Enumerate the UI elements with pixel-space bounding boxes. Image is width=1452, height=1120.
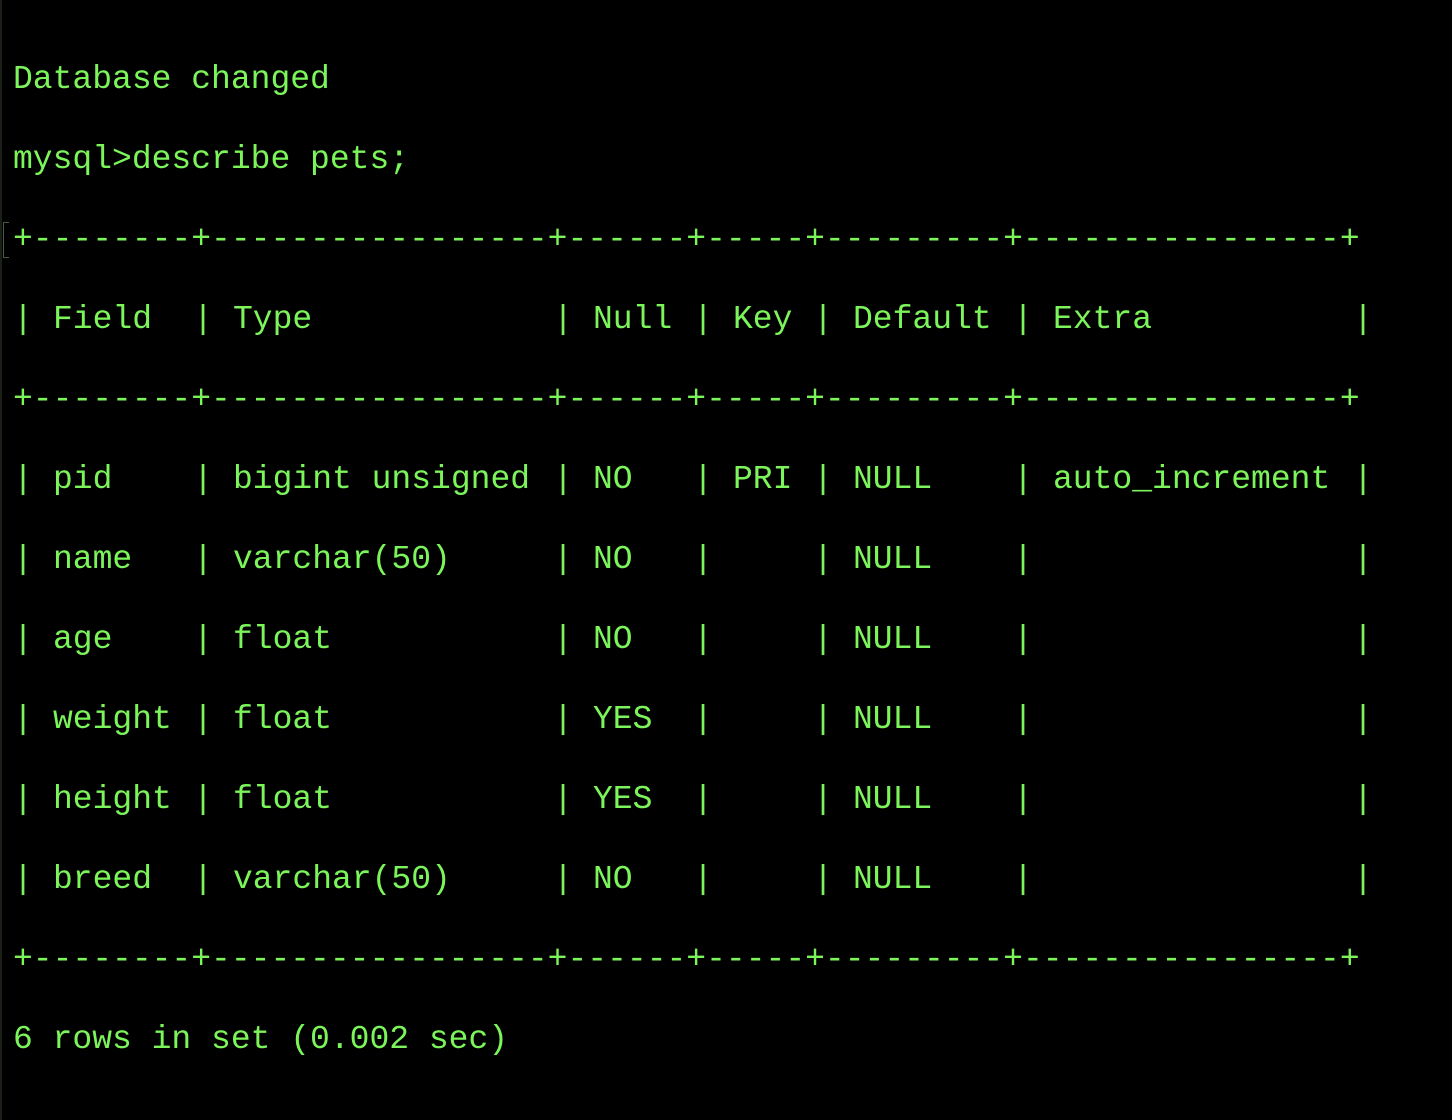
- column-separator: |: [193, 541, 213, 578]
- table-cell: auto_increment: [1053, 461, 1331, 498]
- column-separator: |: [1353, 701, 1373, 738]
- table-cell: float: [233, 621, 333, 658]
- column-separator: |: [1013, 461, 1033, 498]
- table-cell: breed: [53, 861, 153, 898]
- table-row: | name | varchar(50) | NO | | NULL | |: [13, 520, 1373, 600]
- column-separator: |: [1353, 461, 1373, 498]
- column-separator: |: [193, 621, 213, 658]
- column-separator: |: [193, 461, 213, 498]
- column-separator: |: [1353, 861, 1373, 898]
- table-cell: NO: [593, 461, 633, 498]
- column-separator: |: [1353, 541, 1373, 578]
- table-header-row: | Field | Type | Null | Key | Default | Extra |: [13, 280, 1373, 360]
- table-cell: NO: [593, 621, 633, 658]
- column-separator: |: [13, 301, 33, 338]
- table-cell: varchar(50): [233, 541, 451, 578]
- column-separator: |: [193, 701, 213, 738]
- command-text: describe pets;: [131, 141, 410, 178]
- table-cell: Key: [733, 301, 793, 338]
- table-cell: NULL: [853, 861, 933, 898]
- table-row: | breed | varchar(50) | NO | | NULL | |: [13, 840, 1373, 920]
- table-border-top: +--------+-----------------+------+-----…: [13, 221, 1360, 258]
- column-separator: |: [1353, 301, 1373, 338]
- column-separator: |: [13, 701, 33, 738]
- window-edge: [0, 0, 2, 1120]
- column-separator: |: [813, 621, 833, 658]
- column-separator: |: [553, 621, 573, 658]
- status-line: Database changed: [13, 61, 330, 98]
- table-row: | age | float | NO | | NULL | |: [13, 600, 1373, 680]
- column-separator: |: [1013, 861, 1033, 898]
- column-separator: |: [693, 461, 713, 498]
- column-separator: |: [1013, 541, 1033, 578]
- column-separator: |: [13, 781, 33, 818]
- column-separator: |: [813, 301, 833, 338]
- table-cell: Default: [853, 301, 992, 338]
- column-separator: |: [813, 701, 833, 738]
- column-separator: |: [553, 541, 573, 578]
- table-cell: NULL: [853, 541, 933, 578]
- table-cell: float: [233, 781, 333, 818]
- column-separator: |: [193, 781, 213, 818]
- column-separator: |: [553, 861, 573, 898]
- table-border-bottom: +--------+-----------------+------+-----…: [13, 941, 1360, 978]
- table-cell: float: [233, 701, 333, 738]
- prompt: mysql>: [13, 141, 132, 178]
- table-row: | pid | bigint unsigned | NO | PRI | NULL | auto_in…: [13, 440, 1373, 520]
- table-border-mid: +--------+-----------------+------+-----…: [13, 381, 1360, 418]
- table-cell: NULL: [853, 621, 933, 658]
- column-separator: |: [553, 701, 573, 738]
- column-separator: |: [13, 461, 33, 498]
- column-separator: |: [13, 541, 33, 578]
- table-cell: NULL: [853, 701, 933, 738]
- column-separator: |: [553, 301, 573, 338]
- table-cell: weight: [53, 701, 172, 738]
- table-cell: height: [53, 781, 172, 818]
- column-separator: |: [693, 541, 713, 578]
- column-separator: |: [693, 301, 713, 338]
- terminal-output[interactable]: Database changed mysql> describe pets; +…: [13, 40, 1373, 1080]
- column-separator: |: [553, 781, 573, 818]
- table-cell: age: [53, 621, 113, 658]
- selection-marker: [3, 222, 9, 258]
- column-separator: |: [813, 461, 833, 498]
- column-separator: |: [13, 861, 33, 898]
- result-summary: 6 rows in set (0.002 sec): [13, 1021, 509, 1058]
- column-separator: |: [693, 781, 713, 818]
- command-line: mysql> describe pets;: [13, 120, 1373, 200]
- column-separator: |: [813, 541, 833, 578]
- column-separator: |: [693, 701, 713, 738]
- column-separator: |: [693, 621, 713, 658]
- table-cell: Type: [233, 301, 313, 338]
- column-separator: |: [13, 621, 33, 658]
- column-separator: |: [1353, 781, 1373, 818]
- column-separator: |: [1013, 301, 1033, 338]
- column-separator: |: [813, 861, 833, 898]
- column-separator: |: [193, 861, 213, 898]
- table-cell: YES: [593, 781, 653, 818]
- column-separator: |: [1013, 621, 1033, 658]
- table-cell: PRI: [733, 461, 793, 498]
- table-cell: NO: [593, 861, 633, 898]
- table-cell: name: [53, 541, 133, 578]
- table-cell: Null: [593, 301, 673, 338]
- column-separator: |: [813, 781, 833, 818]
- column-separator: |: [1013, 781, 1033, 818]
- column-separator: |: [1353, 621, 1373, 658]
- table-cell: pid: [53, 461, 113, 498]
- table-cell: varchar(50): [233, 861, 451, 898]
- table-cell: bigint unsigned: [233, 461, 531, 498]
- column-separator: |: [553, 461, 573, 498]
- column-separator: |: [693, 861, 713, 898]
- table-cell: Field: [53, 301, 153, 338]
- column-separator: |: [193, 301, 213, 338]
- table-cell: NO: [593, 541, 633, 578]
- table-row: | height | float | YES | | NULL | |: [13, 760, 1373, 840]
- table-cell: Extra: [1053, 301, 1153, 338]
- column-separator: |: [1013, 701, 1033, 738]
- table-cell: YES: [593, 701, 653, 738]
- table-row: | weight | float | YES | | NULL | |: [13, 680, 1373, 760]
- table-cell: NULL: [853, 781, 933, 818]
- table-cell: NULL: [853, 461, 933, 498]
